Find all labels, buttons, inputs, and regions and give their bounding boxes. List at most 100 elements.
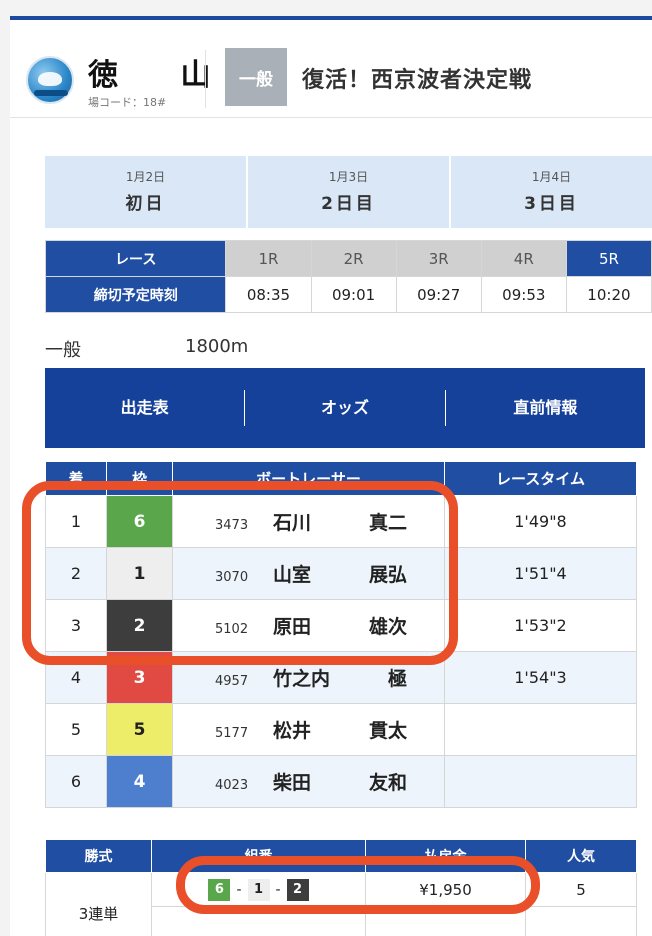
race-conditions: 一般 1800m [45,336,248,362]
popularity: 5 [525,872,637,907]
deadline-time: 09:53 [480,276,567,313]
race-grade: 一般 [45,340,81,361]
grade-badge: 一般 [225,48,287,106]
racer-reg-number: 4957 [215,674,249,689]
deadline-time: 10:20 [565,276,652,313]
race-info-nav: 出走表 オッズ 直前情報 [45,368,645,448]
day-label: 3日目 [524,194,579,214]
racer-given-name: 真二 [368,512,407,534]
col-combo-header: 組番 [151,839,366,873]
col-popularity-header: 人気 [525,839,637,873]
racer-reg-number: 3070 [215,570,249,585]
header-divider [205,50,206,108]
racer-reg-number: 3473 [215,518,249,533]
day-label: 2日目 [321,194,376,214]
venue-header: 徳 山 場コード：18# 一般 復活！西京波者決定戦 [10,20,652,118]
col-bet-type-header: 勝式 [45,839,152,873]
combo-dash: - [275,882,281,898]
race-schedule-table: レース 1R 2R 3R 4R 5R 締切予定時刻 08:35 09:01 09… [44,240,652,313]
col-place-header: 着 [45,461,107,496]
racer-cell[interactable]: 5102 原田 雄次 [172,599,445,652]
day-label: 初日 [125,194,166,214]
race-time [444,755,637,808]
race-row-label: レース [44,240,227,277]
racer-given-name: 雄次 [368,616,407,638]
frame-number: 2 [106,599,173,652]
day-tab-1[interactable]: 1月2日 初日 [45,156,246,228]
frame-number: 3 [106,651,173,704]
racer-family-name: 石川 [273,512,312,534]
place: 2 [45,547,107,600]
col-time-header: レースタイム [444,461,637,496]
day-date: 1月4日 [531,170,572,184]
day-tab-3[interactable]: 1月4日 3日目 [451,156,652,228]
deadline-time: 08:35 [225,276,312,313]
frame-number: 5 [106,703,173,756]
race-time: 1'49"8 [444,495,637,548]
day-tab-2[interactable]: 1月3日 2日目 [248,156,449,228]
racer-cell[interactable]: 4023 柴田 友和 [172,755,445,808]
deadline-row-label: 締切予定時刻 [44,276,227,313]
race-tab-3r[interactable]: 3R [395,240,482,277]
place: 6 [45,755,107,808]
popularity-empty [525,906,637,936]
race-result-page: 徳 山 場コード：18# 一般 復活！西京波者決定戦 1月2日 初日 1月3日 … [10,16,652,936]
place: 5 [45,703,107,756]
racer-cell[interactable]: 3070 山室 展弘 [172,547,445,600]
table-row: 5 5 5177 松井 貫太 [45,703,637,756]
race-distance: 1800m [185,336,249,357]
race-time: 1'53"2 [444,599,637,652]
racer-cell[interactable]: 4957 竹之内 極 [172,651,445,704]
venue-name: 徳 山 [88,58,237,93]
racer-given-name: 極 [387,668,407,690]
racer-family-name: 竹之内 [273,668,331,690]
table-row: 3 2 5102 原田 雄次 1'53"2 [45,599,637,652]
table-row: 6 4 4023 柴田 友和 [45,755,637,808]
race-tab-5r[interactable]: 5R [565,240,652,277]
day-date: 1月2日 [125,170,166,184]
table-row: 2 1 3070 山室 展弘 1'51"4 [45,547,637,600]
frame-number: 4 [106,755,173,808]
nav-odds-link[interactable]: オッズ [244,390,444,426]
table-row: 1 6 3473 石川 真二 1'49"8 [45,495,637,548]
race-tab-2r[interactable]: 2R [310,240,397,277]
combo-frame-1: 6 [208,878,231,901]
racer-cell[interactable]: 5177 松井 貫太 [172,703,445,756]
place: 3 [45,599,107,652]
race-time [444,703,637,756]
day-tabs: 1月2日 初日 1月3日 2日目 1月4日 3日目 [45,156,652,228]
racer-family-name: 山室 [273,564,312,586]
racer-family-name: 松井 [273,720,312,742]
place: 1 [45,495,107,548]
frame-number: 6 [106,495,173,548]
racer-given-name: 貫太 [368,720,407,742]
venue-logo [26,56,74,104]
combo-frame-3: 2 [286,878,309,901]
results-table: 着 枠 ボートレーサー レースタイム 1 6 3473 石川 真二 1'49"8 2… [45,461,637,808]
racer-reg-number: 4023 [215,778,249,793]
nav-pre-info-link[interactable]: 直前情報 [444,390,645,426]
venue-code: 場コード：18# [88,96,167,109]
race-tab-4r[interactable]: 4R [480,240,567,277]
racer-cell[interactable]: 3473 石川 真二 [172,495,445,548]
racer-given-name: 友和 [368,772,407,794]
racer-reg-number: 5177 [215,726,249,741]
col-frame-header: 枠 [106,461,173,496]
race-tab-1r[interactable]: 1R [225,240,312,277]
combination: 6-1-2 [151,872,366,907]
payout-amount: ¥1,950 [365,872,526,907]
combo-dash: - [236,882,242,898]
payout-empty [365,906,526,936]
race-time: 1'54"3 [444,651,637,704]
frame-number: 1 [106,547,173,600]
deadline-time: 09:01 [310,276,397,313]
bet-type: 3連単 [45,872,152,936]
racer-family-name: 原田 [273,616,312,638]
racer-given-name: 展弘 [368,564,407,586]
table-row: 4 3 4957 竹之内 極 1'54"3 [45,651,637,704]
col-racer-header: ボートレーサー [172,461,445,496]
combination-empty [151,906,366,936]
nav-entries-link[interactable]: 出走表 [45,390,244,426]
racer-reg-number: 5102 [215,622,249,637]
race-series-title: 復活！西京波者決定戦 [302,68,533,93]
